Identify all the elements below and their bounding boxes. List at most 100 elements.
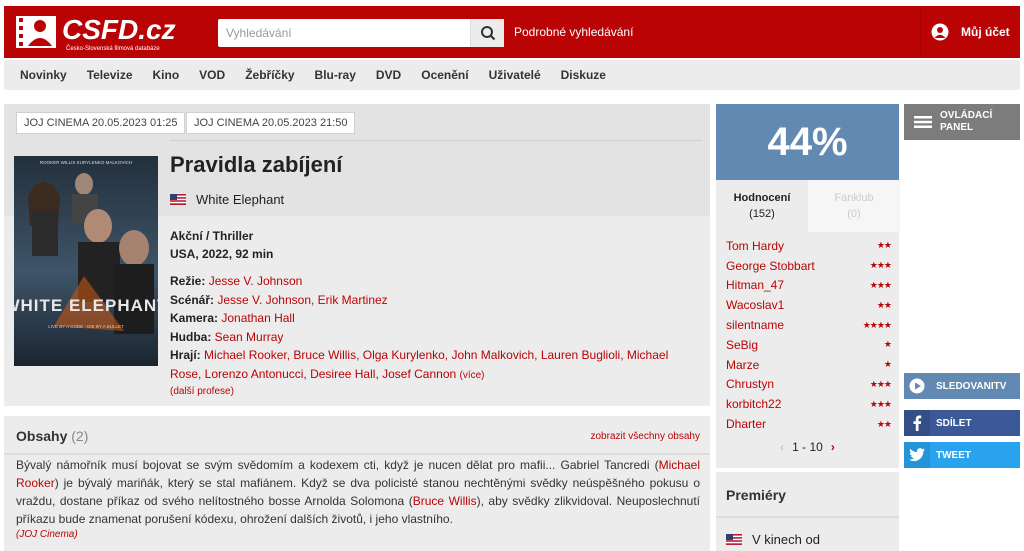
advanced-search-link[interactable]: Podrobné vyhledávání — [514, 25, 633, 39]
svg-text:WHITE ELEPHANT: WHITE ELEPHANT — [14, 296, 158, 315]
screenplay-link[interactable]: Jesse V. Johnson, Erik Martinez — [217, 293, 387, 307]
divider — [716, 516, 899, 518]
control-panel-button[interactable]: OVLÁDACÍ PANEL — [904, 104, 1020, 140]
rating-user-link[interactable]: SeBig — [726, 338, 758, 352]
rating-item: Tom Hardy ★★ — [726, 236, 892, 256]
usa-flag-icon — [726, 534, 742, 545]
twitter-tweet-button[interactable]: TWEET — [904, 442, 1020, 468]
pager-next-icon[interactable]: › — [831, 440, 835, 454]
rating-item: Wacoslav1 ★★ — [726, 295, 892, 315]
rating-user-link[interactable]: silentname — [726, 318, 784, 332]
nav-item-televize[interactable]: Televize — [87, 68, 133, 82]
directing-label: Režie: — [170, 274, 206, 288]
nav-item-bluray[interactable]: Blu-ray — [315, 68, 356, 82]
rating-user-link[interactable]: korbitch22 — [726, 397, 781, 411]
tab-fanclub-count: (0) — [847, 208, 861, 220]
tv-tag[interactable]: JOJ CINEMA 20.05.2023 01:25 — [16, 112, 186, 134]
search-box — [218, 19, 504, 47]
rating-user-link[interactable]: Wacoslav1 — [726, 298, 784, 312]
nav-item-dvd[interactable]: DVD — [376, 68, 401, 82]
control-panel-label: OVLÁDACÍ PANEL — [940, 110, 992, 134]
svg-text:CSFD.cz: CSFD.cz — [62, 14, 176, 45]
film-genre: Akční / Thriller — [170, 229, 254, 243]
rating-stars: ★ — [883, 359, 892, 370]
search-icon — [480, 26, 495, 41]
rating-stars: ★★★ — [869, 378, 892, 389]
rating-user-link[interactable]: Chrustyn — [726, 377, 774, 391]
film-title: Pravidla zabíjení — [170, 152, 343, 177]
rating-user-link[interactable]: Dharter — [726, 417, 766, 431]
tab-ratings-label: Hodnocení — [733, 192, 791, 204]
premieres-box: Premiéry V kinech od — [716, 472, 899, 551]
music-link[interactable]: Sean Murray — [215, 330, 284, 344]
main-nav: Novinky Televize Kino VOD Žebříčky Blu-r… — [4, 60, 1020, 90]
search-input[interactable] — [218, 19, 468, 47]
cast-links[interactable]: Michael Rooker, Bruce Willis, Olga Kuryl… — [170, 348, 668, 381]
search-button[interactable] — [470, 19, 504, 47]
rating-user-link[interactable]: George Stobbart — [726, 259, 815, 273]
screenplay-label: Scénář: — [170, 292, 215, 307]
menu-icon — [914, 116, 932, 128]
rating-item: silentname ★★★★ — [726, 315, 892, 335]
nav-item-novinky[interactable]: Novinky — [20, 68, 67, 82]
facebook-icon — [904, 410, 930, 436]
director-link[interactable]: Jesse V. Johnson — [209, 274, 303, 288]
play-icon — [904, 373, 930, 399]
plot-source[interactable]: (JOJ Cinema) — [16, 529, 78, 540]
cast-label: Hrají: — [170, 348, 201, 362]
sledovanitv-button[interactable]: SLEDOVANITV — [904, 373, 1020, 399]
rating-item: korbitch22 ★★★ — [726, 394, 892, 414]
facebook-share-label: SDÍLET — [936, 417, 972, 429]
plot-text: Bývalý námořník musí bojovat se svým svě… — [16, 456, 700, 528]
tab-fanclub-label: Fanklub — [834, 192, 874, 204]
account-label: Můj účet — [961, 25, 1010, 39]
rating-box: 44% Hodnocení (152) Fanklub (0) Tom Hard… — [716, 104, 900, 468]
sledovanitv-label: SLEDOVANITV — [936, 380, 1007, 392]
account-button[interactable]: Můj účet — [920, 6, 1020, 58]
rating-stars: ★ — [883, 339, 892, 350]
plots-heading: Obsahy (2) — [16, 428, 88, 444]
nav-item-uzivatele[interactable]: Uživatelé — [489, 68, 541, 82]
nav-item-vod[interactable]: VOD — [199, 68, 225, 82]
original-title: White Elephant — [196, 192, 285, 207]
tab-ratings[interactable]: Hodnocení (152) — [716, 180, 808, 232]
twitter-icon — [904, 442, 930, 468]
rating-user-link[interactable]: Tom Hardy — [726, 239, 784, 253]
csfd-logo[interactable]: CSFD.cz Česko-Slovenská filmová databáze — [14, 12, 184, 52]
rating-stars: ★★ — [876, 240, 892, 251]
rating-item: SeBig ★ — [726, 335, 892, 355]
rating-stars: ★★★ — [869, 398, 892, 409]
show-all-plots-link[interactable]: zobrazit všechny obsahy — [590, 431, 700, 442]
tab-fanclub[interactable]: Fanklub (0) — [808, 180, 900, 232]
divider — [170, 140, 702, 141]
divider — [4, 453, 710, 455]
plot-actor-link[interactable]: Bruce Willis — [413, 494, 477, 508]
tv-tag[interactable]: JOJ CINEMA 20.05.2023 21:50 — [186, 112, 356, 134]
nav-item-diskuze[interactable]: Diskuze — [561, 68, 606, 82]
facebook-share-button[interactable]: SDÍLET — [904, 410, 1020, 436]
premiere-row: V kinech od — [726, 532, 820, 547]
nav-item-oceneni[interactable]: Ocenění — [421, 68, 468, 82]
plots-heading-text: Obsahy — [16, 428, 68, 444]
rating-user-link[interactable]: Marze — [726, 358, 759, 372]
film-origin: USA, 2022, 92 min — [170, 247, 274, 261]
film-poster[interactable]: ROOKER WILLIS KURYLENKO MALKOVICH WHITE … — [14, 156, 158, 366]
rating-stars: ★★★★ — [862, 319, 892, 330]
camera-link[interactable]: Jonathan Hall — [221, 311, 294, 325]
nav-item-kino[interactable]: Kino — [153, 68, 180, 82]
rating-item: Marze ★ — [726, 355, 892, 375]
rating-item: George Stobbart ★★★ — [726, 256, 892, 276]
nav-item-zebricky[interactable]: Žebříčky — [245, 68, 294, 82]
svg-text:Česko-Slovenská filmová databá: Česko-Slovenská filmová databáze — [66, 45, 160, 52]
control-panel-line: OVLÁDACÍ — [940, 110, 993, 121]
rating-item: Chrustyn ★★★ — [726, 375, 892, 395]
plots-count: (2) — [71, 428, 89, 444]
rating-stars: ★★ — [876, 299, 892, 310]
rating-stars: ★★★ — [869, 279, 892, 290]
rating-user-link[interactable]: Hitman_47 — [726, 278, 784, 292]
premiere-label: V kinech od — [752, 532, 820, 547]
pager-prev-icon[interactable]: ‹ — [780, 440, 784, 454]
cast-more-link[interactable]: (více) — [460, 370, 485, 381]
rating-stars: ★★★ — [869, 260, 892, 271]
more-professions-link[interactable]: (další profese) — [170, 386, 234, 397]
